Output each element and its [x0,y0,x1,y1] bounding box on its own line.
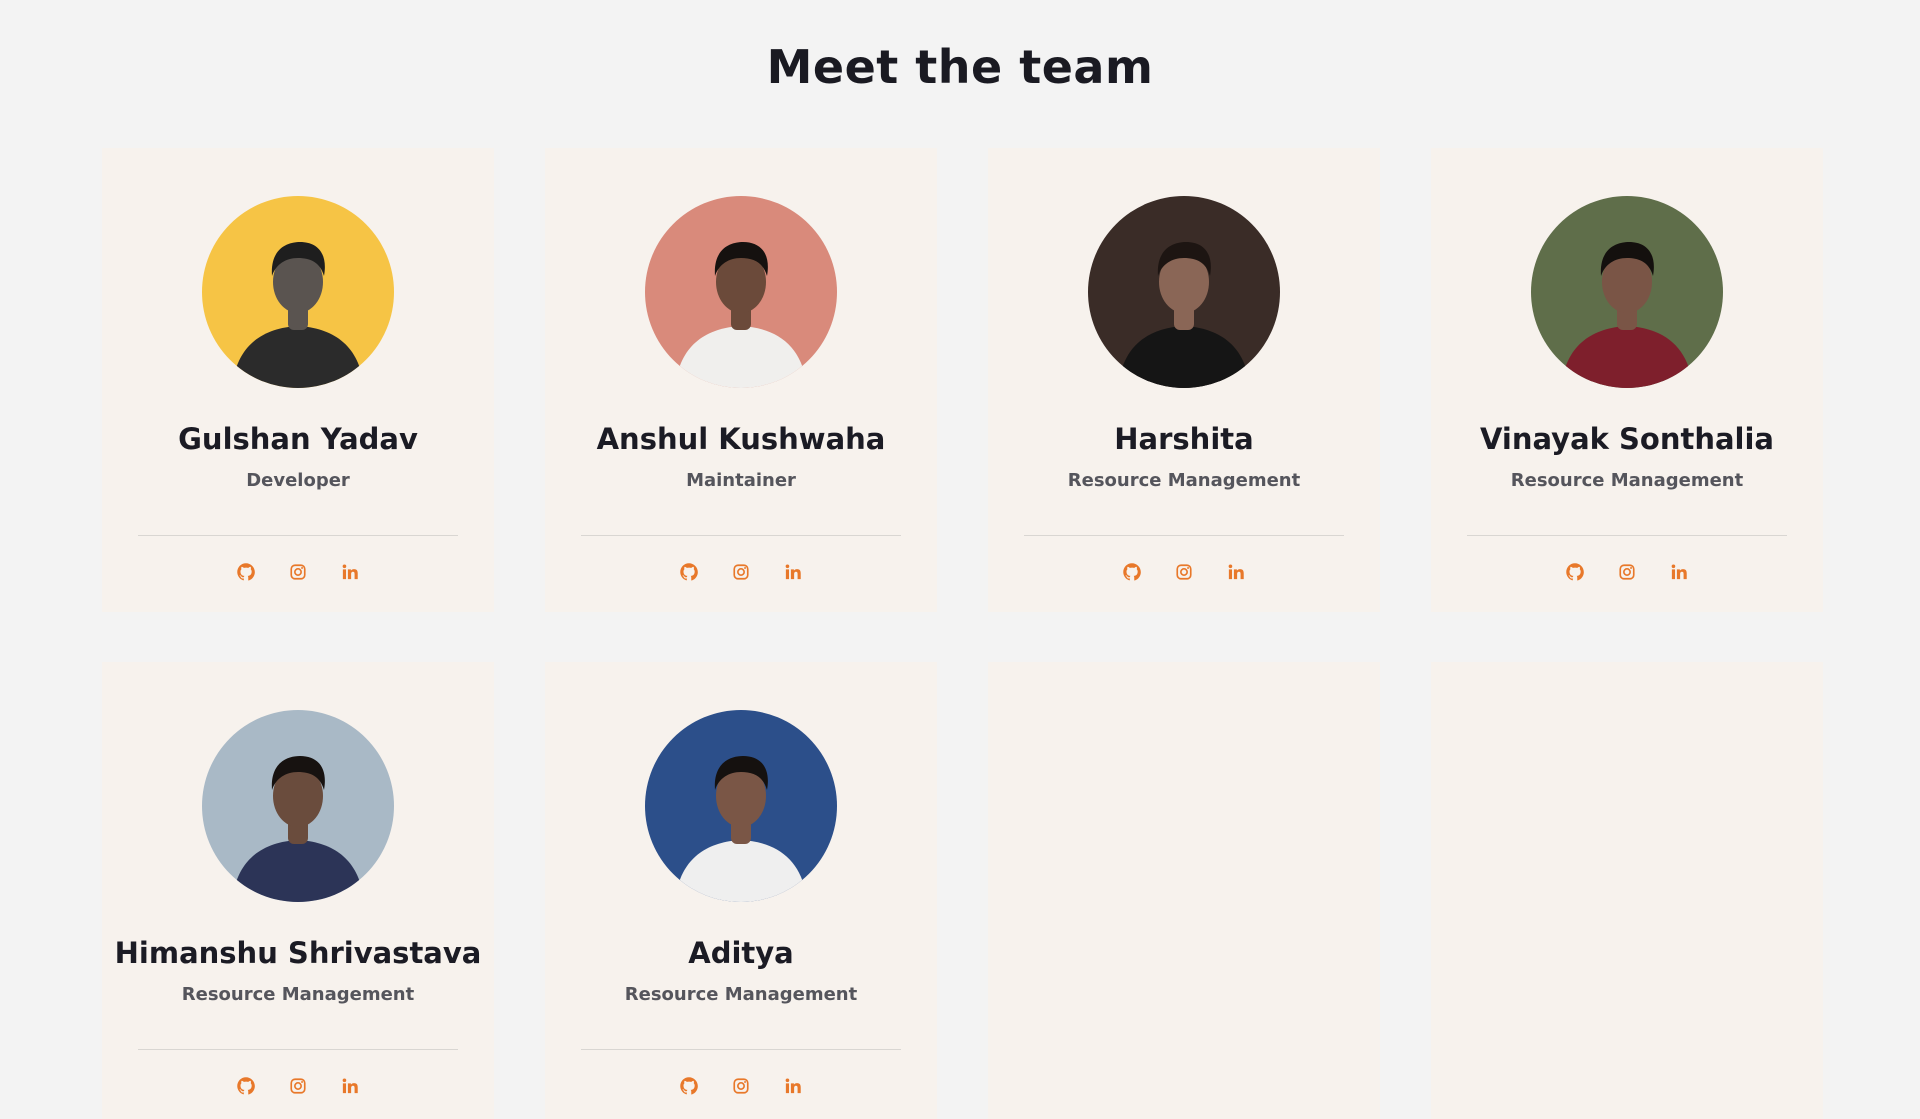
avatar [202,196,394,388]
team-card: Harshita Resource Management [988,148,1380,612]
card-divider [581,1049,901,1050]
team-card: Vinayak Sonthalia Resource Management [1431,148,1823,612]
social-links [102,1075,494,1097]
empty-card [1431,662,1823,1119]
instagram-link[interactable] [1173,561,1195,583]
social-links [545,1075,937,1097]
linkedin-icon [785,564,801,580]
instagram-link[interactable] [287,561,309,583]
instagram-icon [1176,564,1192,580]
team-page: Meet the team Gulshan Yadav Developer An… [0,0,1920,1119]
card-divider [1024,535,1344,536]
instagram-icon [290,564,306,580]
linkedin-link[interactable] [339,561,361,583]
github-icon [237,1077,255,1095]
linkedin-icon [1671,564,1687,580]
instagram-icon [290,1078,306,1094]
github-icon [1566,563,1584,581]
avatar [1088,196,1280,388]
team-card: Aditya Resource Management [545,662,937,1119]
social-links [988,561,1380,583]
member-role: Resource Management [1067,470,1301,491]
github-link[interactable] [1121,561,1143,583]
github-link[interactable] [678,1075,700,1097]
member-name: Anshul Kushwaha [596,422,886,456]
team-card: Anshul Kushwaha Maintainer [545,148,937,612]
avatar [202,710,394,902]
github-link[interactable] [235,561,257,583]
github-icon [680,1077,698,1095]
instagram-link[interactable] [730,561,752,583]
github-icon [237,563,255,581]
avatar-portrait [1531,196,1723,388]
avatar-portrait [645,710,837,902]
avatar [645,710,837,902]
linkedin-link[interactable] [1668,561,1690,583]
empty-card [988,662,1380,1119]
member-name: Gulshan Yadav [178,422,418,456]
linkedin-link[interactable] [1225,561,1247,583]
linkedin-icon [342,1078,358,1094]
social-links [1431,561,1823,583]
member-name: Harshita [1114,422,1254,456]
github-icon [680,563,698,581]
member-role: Maintainer [686,470,796,491]
member-role: Resource Management [181,984,415,1005]
avatar-portrait [1088,196,1280,388]
github-icon [1123,563,1141,581]
avatar-portrait [202,710,394,902]
team-card: Himanshu Shrivastava Resource Management [102,662,494,1119]
github-link[interactable] [678,561,700,583]
member-name: Himanshu Shrivastava [114,936,482,970]
instagram-link[interactable] [287,1075,309,1097]
card-divider [1467,535,1787,536]
linkedin-icon [342,564,358,580]
social-links [545,561,937,583]
card-divider [138,535,458,536]
member-role: Resource Management [624,984,858,1005]
member-name: Aditya [688,936,794,970]
instagram-icon [733,564,749,580]
card-divider [138,1049,458,1050]
member-name: Vinayak Sonthalia [1479,422,1775,456]
avatar [1531,196,1723,388]
instagram-link[interactable] [1616,561,1638,583]
instagram-icon [733,1078,749,1094]
avatar-portrait [645,196,837,388]
linkedin-icon [785,1078,801,1094]
social-links [102,561,494,583]
team-card: Gulshan Yadav Developer [102,148,494,612]
linkedin-link[interactable] [782,561,804,583]
linkedin-link[interactable] [339,1075,361,1097]
github-link[interactable] [235,1075,257,1097]
avatar [645,196,837,388]
avatar-portrait [202,196,394,388]
github-link[interactable] [1564,561,1586,583]
member-role: Developer [246,470,350,491]
instagram-link[interactable] [730,1075,752,1097]
instagram-icon [1619,564,1635,580]
card-divider [581,535,901,536]
linkedin-icon [1228,564,1244,580]
linkedin-link[interactable] [782,1075,804,1097]
page-title: Meet the team [766,40,1154,94]
member-role: Resource Management [1510,470,1744,491]
team-grid: Gulshan Yadav Developer Anshul Kushwaha … [102,148,1823,1119]
